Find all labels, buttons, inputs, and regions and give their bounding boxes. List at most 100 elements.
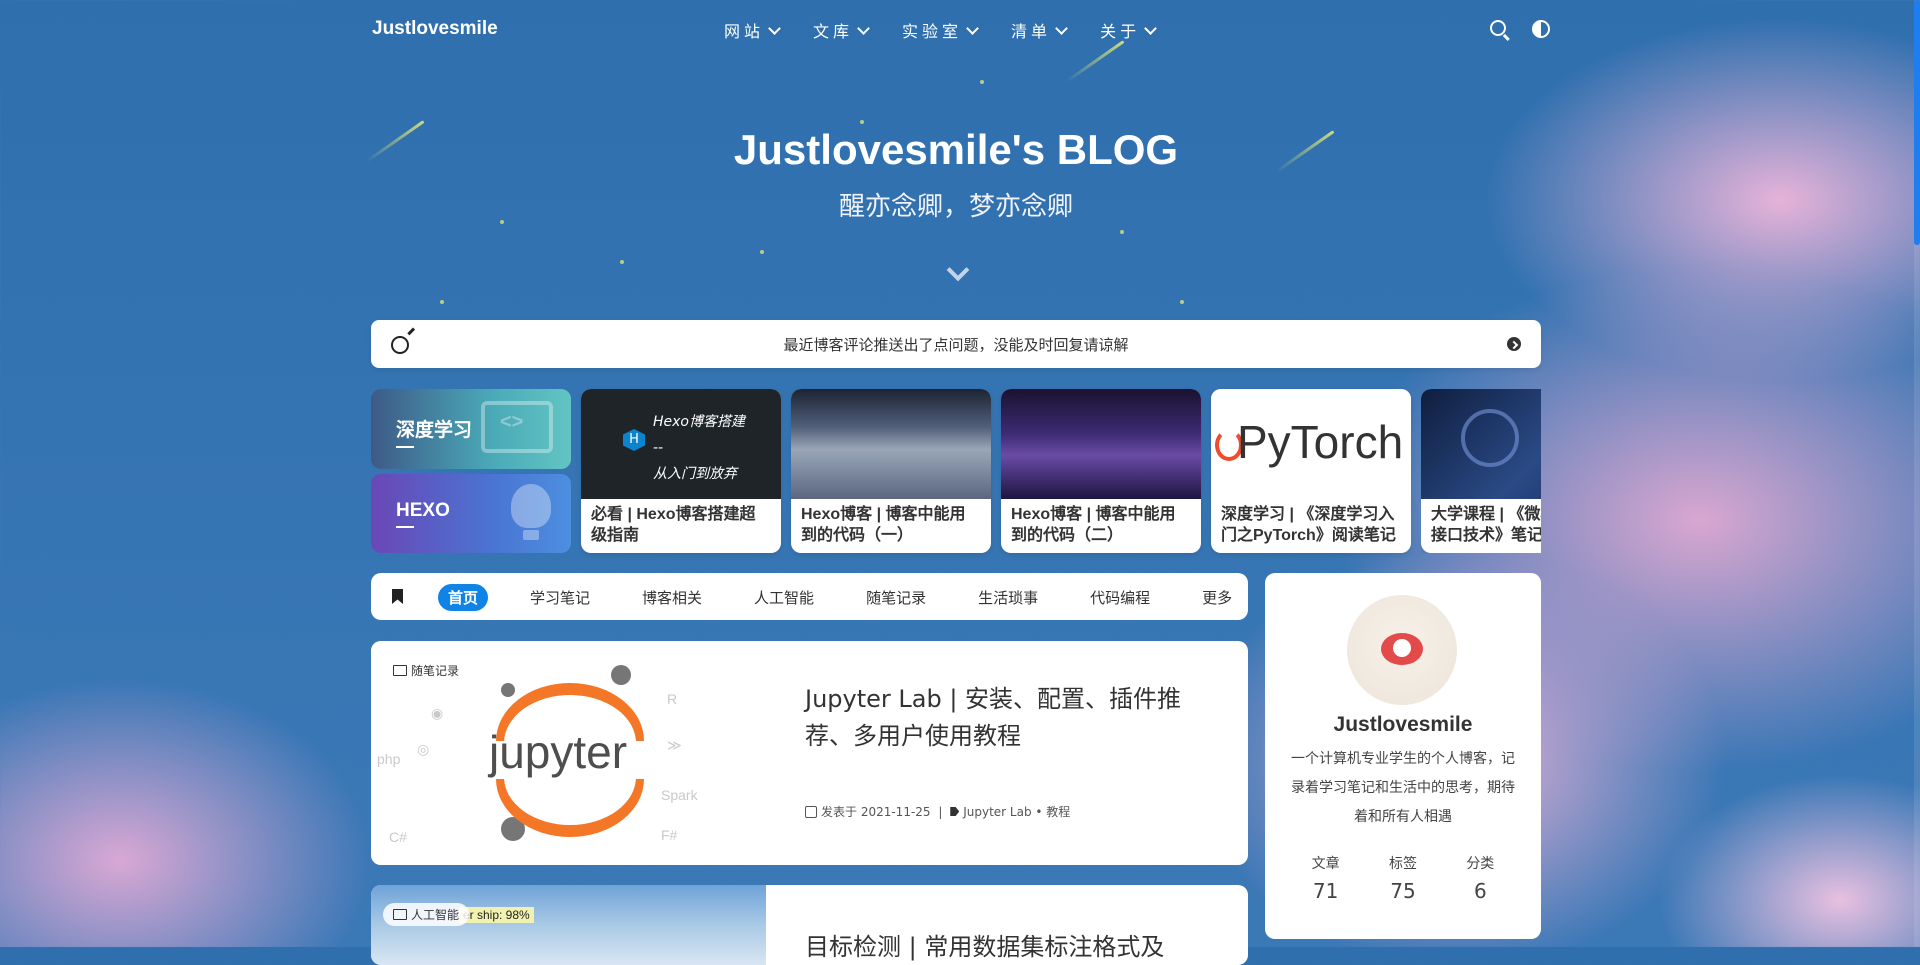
featured-title: 大学课程 | 《微机原理与接口技术》笔记 (1431, 506, 1541, 544)
featured-title: 深度学习 | 《深度学习入门之PyTorch》阅读笔记 (1221, 506, 1396, 544)
post-category: 随笔记录 (411, 664, 460, 678)
featured-title: Hexo博客 | 博客中能用到的代码（二） (1011, 506, 1176, 544)
featured-card[interactable]: H Hexo博客搭建 -- 从入门到放弃 必看 | Hexo博客搭建超级指南 (581, 389, 781, 553)
notice-bar[interactable]: 最近博客评论推送出了点问题，没能及时回复请谅解 (371, 320, 1541, 368)
detection-label: er ship: 98% (459, 907, 534, 923)
menu-label: 清单 (1011, 22, 1052, 41)
featured-thumbnail (791, 389, 991, 499)
stat-label: 文章 (1311, 856, 1340, 872)
post-card[interactable]: ◉ php ◎ C# R ≫ Spark F# jupyter 随笔记录 Jup… (371, 641, 1248, 865)
profile-name: Justlovesmile (1333, 713, 1473, 736)
post-category: 人工智能 (411, 908, 460, 922)
lightbulb-icon (511, 484, 551, 540)
chevron-down-icon (966, 21, 979, 35)
post-tags[interactable]: Jupyter Lab • 教程 (963, 803, 1070, 820)
menu-item-lists[interactable]: 清单 (1011, 18, 1068, 42)
tab-blog[interactable]: 博客相关 (632, 584, 712, 611)
category-tile-hexo[interactable]: HEXO (371, 474, 571, 553)
featured-card[interactable]: 大学课程 | 《微机原理与接口技术》笔记 (1421, 389, 1541, 553)
menu-item-library[interactable]: 文库 (813, 18, 870, 42)
profile-card: Justlovesmile 一个计算机专业学生的个人博客，记录着学习笔记和生活中… (1265, 573, 1541, 939)
decor-logo: C# (389, 829, 407, 845)
thumbnail-text: PyTorch (1237, 416, 1404, 468)
notice-text: 最近博客评论推送出了点问题，没能及时回复请谅解 (783, 335, 1129, 354)
tabs: 首页 学习笔记 博客相关 人工智能 随笔记录 生活琐事 代码编程 更多 (438, 584, 1274, 611)
main-menu: 网站 文库 实验室 清单 关于 (724, 18, 1157, 42)
menu-item-sites[interactable]: 网站 (724, 18, 781, 42)
page-scrollbar[interactable] (1914, 0, 1920, 947)
decor-dot (1180, 300, 1184, 304)
stat-categories[interactable]: 分类 6 (1466, 853, 1494, 903)
category-tile-deep-learning[interactable]: 深度学习 (371, 389, 571, 469)
dark-mode-toggle-icon[interactable] (1532, 20, 1550, 38)
decor-dot (1120, 230, 1124, 234)
stat-articles[interactable]: 文章 71 (1312, 853, 1340, 903)
tab-coding[interactable]: 代码编程 (1080, 584, 1160, 611)
decor-logo: ◉ (431, 705, 444, 721)
site-brand[interactable]: Justlovesmile (372, 18, 498, 40)
chevron-down-icon (768, 21, 781, 35)
stat-label: 分类 (1466, 856, 1495, 872)
decor-dot (620, 260, 624, 264)
tab-more[interactable]: 更多 (1192, 584, 1242, 611)
scroll-down-icon[interactable] (946, 258, 970, 282)
calendar-icon (805, 805, 817, 818)
featured-thumbnail (1001, 389, 1201, 499)
folder-icon (393, 909, 407, 920)
tab-life[interactable]: 生活琐事 (968, 584, 1048, 611)
menu-label: 网站 (724, 22, 765, 41)
featured-thumbnail: PyTorch (1211, 389, 1411, 499)
menu-item-about[interactable]: 关于 (1100, 18, 1157, 42)
post-category-badge[interactable]: 随笔记录 (383, 659, 470, 682)
post-title[interactable]: Jupyter Lab | 安装、配置、插件推荐、多用户使用教程 (805, 681, 1205, 755)
tag-icon (950, 807, 960, 816)
post-category-badge[interactable]: 人工智能 (383, 903, 470, 926)
featured-title: Hexo博客 | 博客中能用到的代码（一） (801, 506, 966, 544)
menu-label: 文库 (813, 22, 854, 41)
meta-separator: | (934, 804, 947, 819)
category-label: 深度学习 (396, 415, 472, 448)
menu-label: 关于 (1100, 22, 1141, 41)
featured-card[interactable]: Hexo博客 | 博客中能用到的代码（一） (791, 389, 991, 553)
hero-subtitle: 醒亦念卿，梦亦念卿 (838, 192, 1073, 222)
featured-card[interactable]: Hexo博客 | 博客中能用到的代码（二） (1001, 389, 1201, 553)
decor-dot (860, 120, 864, 124)
decor-dot (440, 300, 444, 304)
chevron-down-icon (1144, 21, 1157, 35)
nav-icons (1490, 20, 1550, 38)
tab-home[interactable]: 首页 (438, 584, 489, 611)
chevron-down-icon (1055, 21, 1068, 35)
folder-icon (393, 665, 407, 676)
stat-label: 标签 (1388, 856, 1417, 872)
tab-study-notes[interactable]: 学习笔记 (520, 584, 600, 611)
laptop-code-icon (481, 401, 553, 453)
post-meta: 发表于 2021-11-25 | Jupyter Lab • 教程 (805, 803, 1070, 820)
avatar[interactable] (1347, 595, 1457, 705)
decor-logo: php (377, 751, 401, 767)
decor-dot (760, 250, 764, 254)
decor-logo: F# (661, 827, 678, 843)
arrow-right-icon[interactable] (1507, 337, 1521, 351)
featured-card[interactable]: PyTorch 深度学习 | 《深度学习入门之PyTorch》阅读笔记 (1211, 389, 1411, 553)
stat-tags[interactable]: 标签 75 (1389, 853, 1417, 903)
decor-logo: ◎ (417, 741, 430, 757)
hero-title: Justlovesmile's BLOG (733, 126, 1179, 173)
stat-value: 75 (1390, 879, 1416, 903)
tab-ai[interactable]: 人工智能 (744, 584, 824, 611)
profile-bio: 一个计算机专业学生的个人博客，记录着学习笔记和生活中的思考，期待着和所有人相遇 (1291, 751, 1515, 825)
post-card[interactable]: er ship: 98% 人工智能 目标检测 | 常用数据集标注格式及 (371, 885, 1248, 965)
avatar-mascot-icon (1381, 633, 1423, 665)
menu-item-lab[interactable]: 实验室 (902, 18, 979, 42)
featured-title: 必看 | Hexo博客搭建超级指南 (591, 506, 756, 544)
comet-icon (391, 336, 409, 354)
top-navbar: Justlovesmile 网站 文库 实验室 清单 关于 (0, 0, 1920, 60)
jupyter-dot (501, 683, 515, 697)
chevron-down-icon (857, 21, 870, 35)
decor-logo: Spark (661, 787, 698, 803)
tab-essays[interactable]: 随笔记录 (856, 584, 936, 611)
scrollbar-thumb[interactable] (1914, 0, 1920, 245)
search-icon[interactable] (1490, 20, 1506, 36)
thumbnail-text: Hexo博客搭建 -- 从入门到放弃 (653, 414, 745, 482)
post-title[interactable]: 目标检测 | 常用数据集标注格式及 (805, 927, 1164, 962)
stat-value: 71 (1312, 879, 1339, 903)
